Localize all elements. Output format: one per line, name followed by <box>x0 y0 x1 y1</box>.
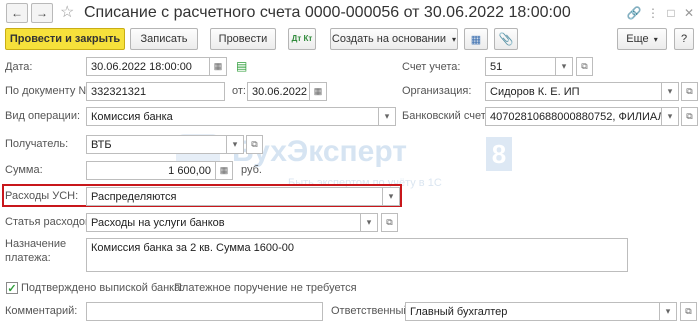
usn-expenses-select[interactable]: Распределяются <box>86 187 383 206</box>
confirmed-checkbox[interactable]: ✓ <box>6 282 18 295</box>
forward-button[interactable]: → <box>31 3 53 23</box>
payment-order-text: Платежное поручение не требуется <box>174 282 357 294</box>
account-field[interactable]: 51 <box>485 57 556 76</box>
create-based-on-button[interactable]: Создать на основании ▾ <box>330 28 458 50</box>
recipient-field[interactable]: ВТБ <box>86 135 227 154</box>
open-link-icon: ⧉ <box>581 61 588 71</box>
expense-item-open-button[interactable]: ⧉ <box>381 213 398 232</box>
numbering-icon[interactable]: ▤ <box>236 59 247 73</box>
currency-label: руб. <box>241 164 262 176</box>
recipient-dropdown[interactable]: ▾ <box>227 135 244 154</box>
date-label: Дата: <box>5 61 33 73</box>
chevron-down-icon: ▾ <box>561 61 567 71</box>
watermark-digit: 8 <box>486 137 512 171</box>
recipient-label: Получатель: <box>5 138 69 150</box>
amount-field[interactable]: 1 600,00 <box>86 161 216 180</box>
maximize-icon[interactable]: □ <box>663 5 679 21</box>
chevron-down-icon: ▾ <box>667 86 673 96</box>
account-dropdown[interactable]: ▾ <box>556 57 573 76</box>
calendar-icon: ▦ <box>313 86 323 96</box>
post-and-close-button[interactable]: Провести и закрыть <box>5 28 125 50</box>
more-button[interactable]: Еще ▾ <box>617 28 667 50</box>
account-open-button[interactable]: ⧉ <box>576 57 593 76</box>
purpose-label: Назначение платежа: <box>5 238 67 264</box>
doc-number-label: По документу №: <box>5 85 94 97</box>
responsible-label: Ответственный: <box>331 305 413 317</box>
arrow-left-icon: ← <box>11 6 23 20</box>
expense-item-dropdown[interactable]: ▾ <box>361 213 378 232</box>
dt-kt-button[interactable]: Дт Кт <box>288 28 316 50</box>
chevron-down-icon: ▾ <box>384 111 390 121</box>
open-link-icon: ⧉ <box>251 139 258 149</box>
window-title: Списание с расчетного счета 0000-000056 … <box>84 4 571 21</box>
usn-expenses-label: Расходы УСН: <box>5 190 79 202</box>
chevron-down-icon: ▾ <box>667 111 673 121</box>
open-link-icon: ⧉ <box>686 111 693 121</box>
calendar-icon: ▦ <box>213 61 223 71</box>
close-icon[interactable]: ✕ <box>681 5 697 21</box>
check-icon: ✓ <box>7 282 17 295</box>
calculator-icon: ▦ <box>219 165 229 175</box>
paperclip-icon: 📎 <box>498 32 514 46</box>
operation-type-label: Вид операции: <box>5 110 81 122</box>
open-link-icon: ⧉ <box>386 217 393 227</box>
responsible-dropdown[interactable]: ▾ <box>660 302 677 321</box>
organization-dropdown[interactable]: ▾ <box>662 82 679 101</box>
responsible-open-button[interactable]: ⧉ <box>680 302 697 321</box>
dt-kt-icon: Дт Кт <box>291 34 313 43</box>
bank-account-open-button[interactable]: ⧉ <box>681 107 698 126</box>
chevron-down-icon: ▾ <box>388 191 394 201</box>
comment-label: Комментарий: <box>5 305 78 317</box>
back-button[interactable]: ← <box>6 3 28 23</box>
amount-label: Сумма: <box>5 164 43 176</box>
purpose-textarea[interactable]: Комиссия банка за 2 кв. Сумма 1600-00 <box>86 238 628 272</box>
chevron-down-icon: ▾ <box>653 34 658 44</box>
arrow-right-icon: → <box>36 6 48 20</box>
recipient-open-button[interactable]: ⧉ <box>246 135 263 154</box>
bank-account-label: Банковский счет: <box>402 110 489 122</box>
doc-date-field[interactable]: 30.06.2022 <box>247 82 310 101</box>
date-field[interactable]: 30.06.2022 18:00:00 <box>86 57 210 76</box>
chevron-down-icon: ▾ <box>452 34 457 44</box>
calculator-button[interactable]: ▦ <box>216 161 233 180</box>
post-button[interactable]: Провести <box>210 28 276 50</box>
bank-account-field[interactable]: 40702810688000880752, ФИЛИАЛ " <box>485 107 662 126</box>
confirmed-label: Подтверждено выпиской банка: <box>21 282 184 294</box>
link-icon[interactable]: 🔗 <box>626 5 642 21</box>
calendar-button[interactable]: ▦ <box>210 57 227 76</box>
bank-account-dropdown[interactable]: ▾ <box>662 107 679 126</box>
hierarchy-icon: ▦ <box>470 33 482 46</box>
structure-button[interactable]: ▦ <box>464 28 488 50</box>
operation-type-select[interactable]: Комиссия банка <box>86 107 379 126</box>
doc-number-field[interactable]: 332321321 <box>86 82 225 101</box>
organization-label: Организация: <box>402 85 472 97</box>
chevron-down-icon: ▾ <box>366 217 372 227</box>
create-based-label: Создать на основании <box>331 33 447 45</box>
star-icon[interactable]: ☆ <box>60 3 74 23</box>
save-button[interactable]: Записать <box>130 28 198 50</box>
help-button[interactable]: ? <box>674 28 694 50</box>
organization-open-button[interactable]: ⧉ <box>681 82 698 101</box>
more-label: Еще <box>626 33 649 45</box>
chevron-down-icon: ▾ <box>665 306 671 316</box>
open-link-icon: ⧉ <box>685 306 692 316</box>
attach-button[interactable]: 📎 <box>494 28 518 50</box>
operation-type-dropdown[interactable]: ▾ <box>379 107 396 126</box>
expense-item-field[interactable]: Расходы на услуги банков <box>86 213 361 232</box>
organization-field[interactable]: Сидоров К. Е. ИП <box>485 82 662 101</box>
expense-item-label: Статья расходов: <box>5 216 94 228</box>
chevron-down-icon: ▾ <box>232 139 238 149</box>
responsible-field[interactable]: Главный бухгалтер <box>405 302 660 321</box>
account-label: Счет учета: <box>402 61 461 73</box>
doc-date-calendar-button[interactable]: ▦ <box>310 82 327 101</box>
open-link-icon: ⧉ <box>686 86 693 96</box>
usn-expenses-dropdown[interactable]: ▾ <box>383 187 400 206</box>
comment-field[interactable] <box>86 302 323 321</box>
kebab-menu-icon[interactable]: ⋮ <box>645 5 661 21</box>
doc-date-label: от: <box>232 85 246 97</box>
